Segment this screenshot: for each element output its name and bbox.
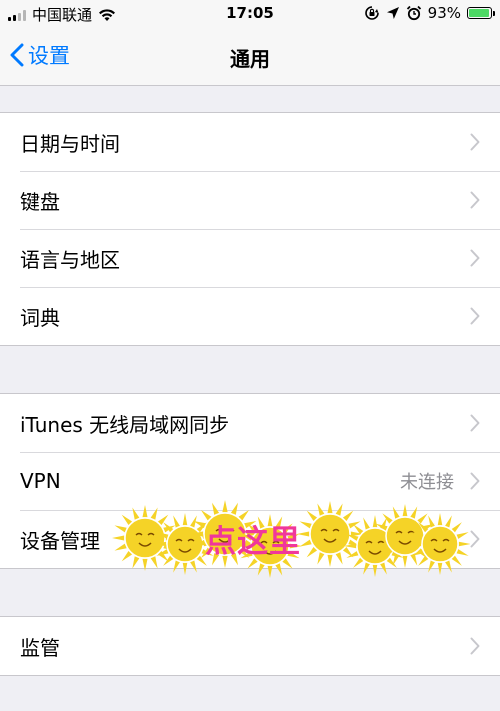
row-device-management[interactable]: 设备管理 bbox=[0, 510, 500, 568]
row-vpn[interactable]: VPN 未连接 bbox=[0, 452, 500, 510]
row-language-region[interactable]: 语言与地区 bbox=[0, 229, 500, 287]
navigation-bar: 设置 通用 bbox=[0, 28, 500, 86]
row-label: VPN bbox=[20, 469, 61, 493]
orientation-lock-icon bbox=[364, 6, 379, 20]
chevron-right-icon bbox=[470, 133, 480, 151]
settings-group-supervision: 监管 bbox=[0, 616, 500, 676]
page-title: 通用 bbox=[230, 47, 270, 71]
row-label: 监管 bbox=[20, 635, 60, 660]
row-keyboard[interactable]: 键盘 bbox=[0, 171, 500, 229]
alarm-icon bbox=[406, 5, 421, 21]
row-label: 设备管理 bbox=[20, 528, 100, 553]
chevron-right-icon bbox=[470, 307, 480, 325]
chevron-right-icon bbox=[470, 637, 480, 655]
settings-group-general: 日期与时间 键盘 语言与地区 词典 bbox=[0, 112, 500, 346]
chevron-right-icon bbox=[470, 191, 480, 209]
battery-fill bbox=[469, 9, 489, 17]
status-bar: 中国联通 17:05 93% bbox=[0, 0, 500, 28]
battery-icon bbox=[467, 7, 495, 19]
status-right: 93% bbox=[364, 4, 495, 22]
battery-percent: 93% bbox=[427, 4, 461, 22]
row-label: 语言与地区 bbox=[20, 247, 120, 272]
row-label: 键盘 bbox=[20, 189, 60, 214]
chevron-right-icon bbox=[470, 414, 480, 432]
settings-group-connectivity: iTunes 无线局域网同步 VPN 未连接 设备管理 bbox=[0, 393, 500, 569]
location-icon bbox=[386, 7, 399, 19]
row-date-time[interactable]: 日期与时间 bbox=[0, 113, 500, 171]
vpn-status-value: 未连接 bbox=[400, 472, 454, 493]
row-itunes-wifi-sync[interactable]: iTunes 无线局域网同步 bbox=[0, 394, 500, 452]
row-label: 词典 bbox=[20, 305, 60, 330]
row-dictionary[interactable]: 词典 bbox=[0, 287, 500, 345]
chevron-right-icon bbox=[470, 472, 480, 490]
row-supervision[interactable]: 监管 bbox=[0, 617, 500, 675]
row-label: 日期与时间 bbox=[20, 131, 120, 156]
chevron-right-icon bbox=[470, 249, 480, 267]
row-label: iTunes 无线局域网同步 bbox=[20, 412, 230, 437]
chevron-right-icon bbox=[470, 530, 480, 548]
